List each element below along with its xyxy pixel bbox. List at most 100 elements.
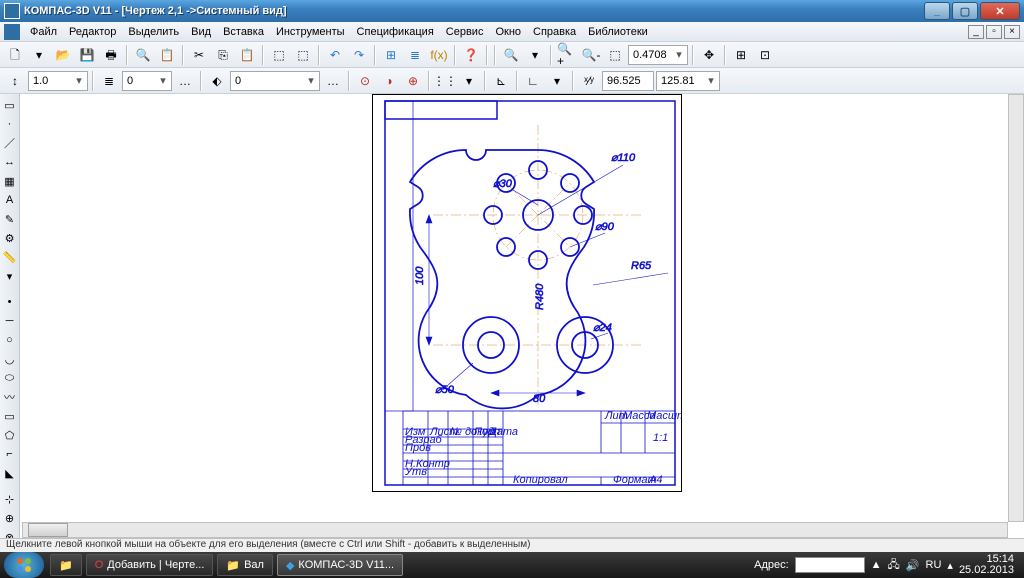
new-button[interactable]: 🗋 bbox=[4, 44, 26, 66]
geom-arc[interactable]: ◡ bbox=[1, 350, 19, 368]
start-button[interactable] bbox=[4, 552, 44, 578]
maximize-button[interactable]: ▢ bbox=[952, 2, 978, 20]
properties-button[interactable]: 📋 bbox=[156, 44, 178, 66]
state-input[interactable] bbox=[235, 75, 305, 87]
geom-ellipse[interactable]: ⬭ bbox=[1, 369, 19, 387]
zoom-fit[interactable]: 🔍 bbox=[500, 44, 522, 66]
mdi-close[interactable]: × bbox=[1004, 25, 1020, 39]
layer-btn[interactable]: ≣ bbox=[98, 70, 120, 92]
menu-file[interactable]: Файл bbox=[24, 24, 63, 40]
tray-flag-icon[interactable]: ▲ bbox=[871, 559, 882, 571]
palette-text[interactable]: A bbox=[1, 191, 19, 209]
state-combo[interactable]: ▾ bbox=[230, 71, 320, 91]
palette-dim[interactable]: ↔ bbox=[1, 153, 19, 171]
menu-tools[interactable]: Инструменты bbox=[270, 24, 351, 40]
menu-editor[interactable]: Редактор bbox=[63, 24, 122, 40]
menu-help[interactable]: Справка bbox=[527, 24, 582, 40]
save-button[interactable]: 💾 bbox=[76, 44, 98, 66]
layer-input[interactable] bbox=[127, 75, 157, 87]
minimize-button[interactable]: _ bbox=[924, 2, 950, 20]
palette-edit[interactable]: ✎ bbox=[1, 210, 19, 228]
task-folder[interactable]: 📁Вал bbox=[217, 554, 273, 576]
task-kompas[interactable]: ◆КОМПАС-3D V11... bbox=[277, 554, 403, 576]
geom-line[interactable]: ─ bbox=[1, 312, 19, 330]
drawing-canvas[interactable]: 100 80 ⌀110 ⌀90 ⌀30 R65 R480 ⌀50 bbox=[22, 94, 1024, 522]
menu-window[interactable]: Окно bbox=[489, 24, 527, 40]
horizontal-scrollbar[interactable] bbox=[22, 522, 1008, 538]
pan-button[interactable]: ✥ bbox=[698, 44, 720, 66]
address-input[interactable] bbox=[795, 557, 865, 573]
mdi-minimize[interactable]: _ bbox=[968, 25, 984, 39]
aux-1[interactable]: ⊹ bbox=[1, 490, 19, 508]
undo-button[interactable]: ↶ bbox=[324, 44, 346, 66]
state-btn[interactable]: ⬖ bbox=[206, 70, 228, 92]
palette-select[interactable]: ▭ bbox=[1, 96, 19, 114]
mdi-restore[interactable]: ▫ bbox=[986, 25, 1002, 39]
geom-fillet[interactable]: ⌐ bbox=[1, 445, 19, 463]
palette-dropdown[interactable]: ▾ bbox=[1, 267, 19, 285]
tool-a[interactable]: ⬚ bbox=[268, 44, 290, 66]
zoom-out[interactable]: 🔍- bbox=[580, 44, 602, 66]
axis-drop[interactable]: ▾ bbox=[546, 70, 568, 92]
grid-drop[interactable]: ▾ bbox=[458, 70, 480, 92]
menu-select[interactable]: Выделить bbox=[122, 24, 185, 40]
zoom-input[interactable] bbox=[633, 49, 673, 61]
zoom-window[interactable]: ⬚ bbox=[604, 44, 626, 66]
preview-button[interactable]: 🔍 bbox=[132, 44, 154, 66]
menu-libs[interactable]: Библиотеки bbox=[582, 24, 654, 40]
ortho-toggle[interactable]: ⊾ bbox=[490, 70, 512, 92]
tray-more-icon[interactable]: ▴ bbox=[947, 559, 953, 572]
tray-vol-icon[interactable]: 🔊 bbox=[906, 559, 920, 572]
lang-indicator[interactable]: RU bbox=[926, 559, 942, 571]
cut-button[interactable]: ✂ bbox=[188, 44, 210, 66]
geom-rect[interactable]: ▭ bbox=[1, 407, 19, 425]
snap-end[interactable]: ⊙ bbox=[354, 70, 376, 92]
snap-center[interactable]: ⊕ bbox=[402, 70, 424, 92]
coord-x[interactable] bbox=[602, 71, 654, 91]
layers-btn[interactable]: ≣ bbox=[404, 44, 426, 66]
coord-y[interactable]: ▾ bbox=[656, 71, 720, 91]
pinned-explorer[interactable]: 📁 bbox=[50, 554, 82, 576]
paste-button[interactable]: 📋 bbox=[236, 44, 258, 66]
copy-button[interactable]: ⎘ bbox=[212, 44, 234, 66]
view-a[interactable]: ⊞ bbox=[730, 44, 752, 66]
view-b[interactable]: ⊡ bbox=[754, 44, 776, 66]
new-dropdown[interactable]: ▾ bbox=[28, 44, 50, 66]
redo-button[interactable]: ↷ bbox=[348, 44, 370, 66]
grid-toggle[interactable]: ⋮⋮ bbox=[434, 70, 456, 92]
zoom-drop[interactable]: ▾ bbox=[524, 44, 546, 66]
clock[interactable]: 15:14 25.02.2013 bbox=[959, 554, 1018, 576]
grid-btn[interactable]: ⊞ bbox=[380, 44, 402, 66]
tool-b[interactable]: ⬚ bbox=[292, 44, 314, 66]
menu-spec[interactable]: Спецификация bbox=[351, 24, 440, 40]
snap-mid[interactable]: ◑ bbox=[378, 70, 400, 92]
tray-net-icon[interactable]: 🖧 bbox=[888, 556, 900, 575]
print-button[interactable]: 🖶 bbox=[100, 44, 122, 66]
geom-poly[interactable]: ⬠ bbox=[1, 426, 19, 444]
palette-param[interactable]: ⚙ bbox=[1, 229, 19, 247]
menu-service[interactable]: Сервис bbox=[440, 24, 490, 40]
layer-more[interactable]: … bbox=[174, 70, 196, 92]
menu-view[interactable]: Вид bbox=[185, 24, 217, 40]
palette-line[interactable]: ／ bbox=[1, 134, 19, 152]
task-opera[interactable]: OДобавить | Черте... bbox=[86, 554, 214, 576]
help-button[interactable]: ❓ bbox=[460, 44, 482, 66]
linewidth-combo[interactable]: ▾ bbox=[28, 71, 88, 91]
menu-insert[interactable]: Вставка bbox=[217, 24, 270, 40]
palette-hatch[interactable]: ▦ bbox=[1, 172, 19, 190]
palette-point[interactable]: · bbox=[1, 115, 19, 133]
linewidth-input[interactable] bbox=[33, 75, 73, 87]
open-button[interactable]: 📂 bbox=[52, 44, 74, 66]
geom-point[interactable]: • bbox=[1, 293, 19, 311]
zoom-combo[interactable]: ▾ bbox=[628, 45, 688, 65]
axis-btn[interactable]: ∟ bbox=[522, 70, 544, 92]
fx-button[interactable]: f(x) bbox=[428, 44, 450, 66]
state-more[interactable]: … bbox=[322, 70, 344, 92]
zoom-in[interactable]: 🔍+ bbox=[556, 44, 578, 66]
chevron-down-icon[interactable]: ▾ bbox=[673, 48, 685, 61]
layer-combo[interactable]: ▾ bbox=[122, 71, 172, 91]
line-style-btn[interactable]: ↕ bbox=[4, 70, 26, 92]
vertical-scrollbar[interactable] bbox=[1008, 94, 1024, 522]
close-button[interactable]: ✕ bbox=[980, 2, 1020, 20]
aux-2[interactable]: ⊕ bbox=[1, 509, 19, 527]
